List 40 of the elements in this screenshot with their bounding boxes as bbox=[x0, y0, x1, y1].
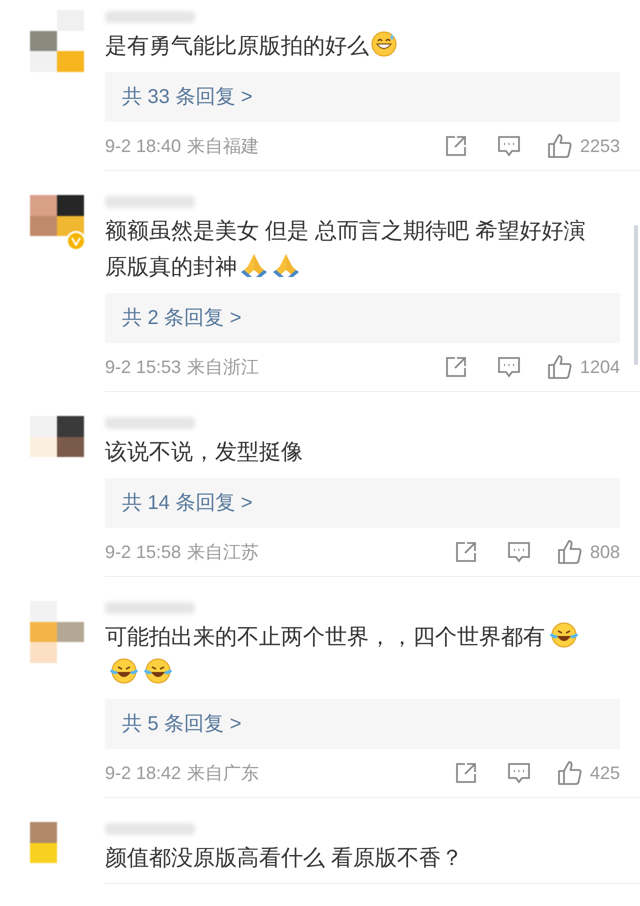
replies-link[interactable]: 共 2 条回复 > bbox=[105, 293, 620, 343]
share-icon[interactable] bbox=[454, 541, 477, 563]
laughing-crying-emoji-icon bbox=[109, 658, 139, 684]
like-count: 1204 bbox=[580, 356, 620, 378]
scrollbar[interactable] bbox=[634, 225, 638, 365]
thumbs-up-icon[interactable] bbox=[546, 133, 573, 159]
comment-time: 9-2 15:58 bbox=[105, 540, 182, 564]
comment-time: 9-2 15:53 bbox=[105, 356, 182, 378]
like-count: 2253 bbox=[580, 134, 620, 158]
comment-location: 来自福建 bbox=[187, 134, 260, 158]
comment-text: 是有勇气能比原版拍的好么 bbox=[105, 28, 589, 64]
share-icon[interactable] bbox=[444, 356, 467, 378]
like-count: 808 bbox=[590, 540, 620, 564]
comment-icon[interactable] bbox=[506, 762, 531, 784]
praying-hands-emoji-icon bbox=[271, 252, 301, 278]
replies-link[interactable]: 共 5 条回复 > bbox=[105, 699, 620, 749]
comment-icon[interactable] bbox=[496, 356, 521, 378]
comment-icon[interactable] bbox=[506, 541, 531, 563]
comment-location: 来自浙江 bbox=[187, 356, 260, 378]
like-count: 425 bbox=[590, 762, 620, 784]
thumbs-up-icon[interactable] bbox=[556, 760, 583, 786]
replies-link[interactable]: 共 14 条回复 > bbox=[105, 478, 620, 528]
praying-hands-emoji-icon bbox=[239, 252, 269, 278]
comment-text: 可能拍出来的不止两个世界，，四个世界都有 bbox=[105, 619, 589, 691]
comment-text: 颜值都没原版高看什么 看原版不香？ bbox=[105, 844, 464, 872]
thumbs-up-icon[interactable] bbox=[556, 539, 583, 565]
laughing-crying-emoji-icon bbox=[549, 622, 579, 648]
grinning-sweat-emoji-icon bbox=[371, 31, 397, 57]
share-icon[interactable] bbox=[444, 135, 467, 157]
comment-location: 来自广东 bbox=[187, 762, 260, 784]
comment-location: 来自江苏 bbox=[187, 540, 260, 564]
thumbs-up-icon[interactable] bbox=[546, 354, 573, 380]
comment-time: 9-2 18:40 bbox=[105, 134, 182, 158]
share-icon[interactable] bbox=[454, 762, 477, 784]
replies-link[interactable]: 共 33 条回复 > bbox=[105, 72, 620, 122]
comment-text: 额额虽然是美女 但是 总而言之期待吧 希望好好演原版真的封神 bbox=[105, 217, 586, 281]
comment-text: 该说不说，发型挺像 bbox=[105, 438, 304, 466]
laughing-crying-emoji-icon bbox=[143, 658, 173, 684]
comment-time: 9-2 18:42 bbox=[105, 762, 182, 784]
comment-icon[interactable] bbox=[496, 135, 521, 157]
